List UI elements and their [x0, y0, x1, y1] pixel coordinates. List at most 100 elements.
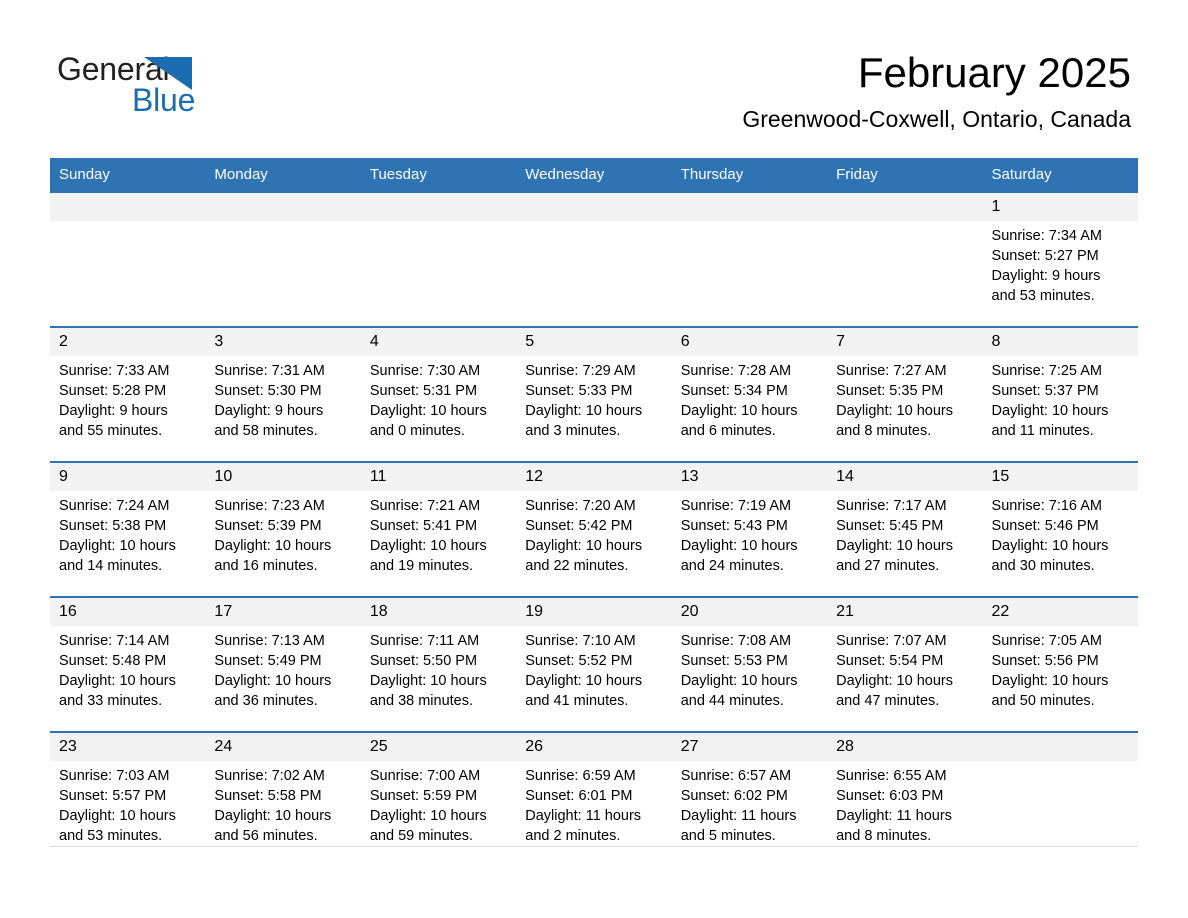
sunset-text: Sunset: 5:56 PM — [991, 653, 1099, 669]
day-number: 11 — [360, 463, 517, 491]
daylight-text-line1: Daylight: 10 hours — [369, 808, 487, 824]
daylight-text-line2: and 44 minutes. — [680, 693, 784, 709]
logo-text-blue: Blue — [132, 82, 196, 118]
day-details: Sunrise: 7:14 AM Sunset: 5:48 PM Daylight:… — [50, 626, 205, 711]
day-cell[interactable]: 3 Sunrise: 7:31 AM Sunset: 5:30 PM Daylight… — [205, 326, 361, 462]
day-number: 12 — [516, 463, 672, 491]
sunrise-text: Sunrise: 7:02 AM — [214, 768, 325, 784]
day-details: Sunrise: 6:59 AM Sunset: 6:01 PM Daylight:… — [516, 761, 671, 846]
daylight-text-line1: Daylight: 10 hours — [680, 403, 798, 419]
sunset-text: Sunset: 5:43 PM — [680, 518, 788, 534]
day-cell[interactable] — [671, 191, 828, 327]
day-cell[interactable]: 4 Sunrise: 7:30 AM Sunset: 5:31 PM Daylight… — [360, 326, 517, 462]
day-cell[interactable]: 12 Sunrise: 7:20 AM Sunset: 5:42 PM Dayligh… — [516, 461, 672, 597]
day-details: Sunrise: 7:28 AM Sunset: 5:34 PM Daylight:… — [672, 356, 827, 441]
sunrise-text: Sunrise: 7:29 AM — [525, 363, 636, 379]
day-cell[interactable]: 21 Sunrise: 7:07 AM Sunset: 5:54 PM Dayligh… — [827, 596, 983, 732]
sunrise-text: Sunrise: 7:13 AM — [214, 633, 325, 649]
sunset-text: Sunset: 5:57 PM — [59, 788, 167, 804]
day-cell[interactable]: 11 Sunrise: 7:21 AM Sunset: 5:41 PM Dayligh… — [360, 461, 517, 597]
day-cell[interactable]: 10 Sunrise: 7:23 AM Sunset: 5:39 PM Dayligh… — [205, 461, 361, 597]
daylight-text-line2: and 36 minutes. — [214, 693, 318, 709]
daylight-text-line1: Daylight: 9 hours — [59, 403, 168, 419]
general-blue-logo[interactable]: General Blue — [57, 52, 337, 122]
week-row: 23 Sunrise: 7:03 AM Sunset: 5:57 PM Dayligh… — [50, 731, 1138, 847]
sunset-text: Sunset: 5:53 PM — [680, 653, 788, 669]
day-cell[interactable]: 9 Sunrise: 7:24 AM Sunset: 5:38 PM Daylight… — [50, 461, 206, 597]
sunrise-text: Sunrise: 6:57 AM — [680, 768, 792, 784]
day-cell[interactable]: 14 Sunrise: 7:17 AM Sunset: 5:45 PM Dayligh… — [827, 461, 983, 597]
day-details: Sunrise: 7:19 AM Sunset: 5:43 PM Daylight:… — [672, 491, 827, 576]
daylight-text-line2: and 55 minutes. — [59, 423, 163, 439]
day-cell[interactable]: 26 Sunrise: 6:59 AM Sunset: 6:01 PM Dayligh… — [516, 731, 672, 847]
sunset-text: Sunset: 5:49 PM — [214, 653, 322, 669]
day-cell[interactable]: 22 Sunrise: 7:05 AM Sunset: 5:56 PM Dayligh… — [982, 596, 1138, 732]
daylight-text-line2: and 24 minutes. — [680, 558, 784, 574]
day-cell[interactable]: 28 Sunrise: 6:55 AM Sunset: 6:03 PM Dayligh… — [827, 731, 983, 847]
day-cell[interactable]: 13 Sunrise: 7:19 AM Sunset: 5:43 PM Dayligh… — [671, 461, 828, 597]
day-number: 8 — [982, 328, 1138, 356]
day-cell[interactable]: 19 Sunrise: 7:10 AM Sunset: 5:52 PM Dayligh… — [516, 596, 672, 732]
title-block: February 2025 Greenwood-Coxwell, Ontario… — [742, 48, 1131, 134]
day-cell[interactable] — [516, 191, 672, 327]
day-details: Sunrise: 7:02 AM Sunset: 5:58 PM Daylight:… — [205, 761, 360, 846]
sunset-text: Sunset: 5:48 PM — [59, 653, 167, 669]
day-cell[interactable] — [205, 191, 361, 327]
day-cell[interactable]: 24 Sunrise: 7:02 AM Sunset: 5:58 PM Dayligh… — [205, 731, 361, 847]
sunset-text: Sunset: 5:30 PM — [214, 383, 322, 399]
sunset-text: Sunset: 5:37 PM — [991, 383, 1099, 399]
day-details: Sunrise: 7:24 AM Sunset: 5:38 PM Daylight:… — [50, 491, 205, 576]
daylight-text-line2: and 33 minutes. — [59, 693, 163, 709]
sunrise-sunset-calendar: Sunday Monday Tuesday Wednesday Thursday… — [50, 158, 1138, 847]
day-details: Sunrise: 7:29 AM Sunset: 5:33 PM Daylight:… — [516, 356, 671, 441]
day-cell[interactable]: 1 Sunrise: 7:34 AM Sunset: 5:27 PM Dayli… — [982, 191, 1138, 327]
day-details: Sunrise: 7:27 AM Sunset: 5:35 PM Daylight:… — [827, 356, 982, 441]
day-cell[interactable]: 16 Sunrise: 7:14 AM Sunset: 5:48 PM Dayligh… — [50, 596, 206, 732]
sunset-text: Sunset: 5:41 PM — [369, 518, 478, 534]
day-number: 19 — [516, 598, 672, 626]
day-cell[interactable]: 15 Sunrise: 7:16 AM Sunset: 5:46 PM Dayligh… — [982, 461, 1138, 597]
day-cell[interactable]: 2 Sunrise: 7:33 AM Sunset: 5:28 PM Daylight… — [50, 326, 206, 462]
day-number: 10 — [205, 463, 361, 491]
day-cell[interactable]: 23 Sunrise: 7:03 AM Sunset: 5:57 PM Dayligh… — [50, 731, 206, 847]
daylight-text-line2: and 6 minutes. — [680, 423, 776, 439]
sunset-text: Sunset: 6:02 PM — [680, 788, 788, 804]
sunrise-text: Sunrise: 7:10 AM — [525, 633, 636, 649]
day-cell[interactable]: 7 Sunrise: 7:27 AM Sunset: 5:35 PM Daylight… — [827, 326, 983, 462]
week-row: 16 Sunrise: 7:14 AM Sunset: 5:48 PM Dayligh… — [50, 596, 1138, 732]
day-details: Sunrise: 7:08 AM Sunset: 5:53 PM Daylight:… — [672, 626, 827, 711]
day-cell[interactable] — [827, 191, 983, 327]
day-details: Sunrise: 7:13 AM Sunset: 5:49 PM Daylight:… — [205, 626, 360, 711]
sunset-text: Sunset: 5:50 PM — [369, 653, 478, 669]
day-cell[interactable]: 17 Sunrise: 7:13 AM Sunset: 5:49 PM Dayligh… — [205, 596, 361, 732]
day-number: 1 — [982, 193, 1138, 221]
day-cell[interactable]: 27 Sunrise: 6:57 AM Sunset: 6:02 PM Dayligh… — [671, 731, 828, 847]
sunset-text: Sunset: 5:27 PM — [991, 248, 1099, 264]
day-cell[interactable] — [360, 191, 517, 327]
daylight-text-line1: Daylight: 10 hours — [369, 673, 487, 689]
day-cell[interactable]: 5 Sunrise: 7:29 AM Sunset: 5:33 PM Daylight… — [516, 326, 672, 462]
daylight-text-line1: Daylight: 10 hours — [836, 403, 953, 419]
daylight-text-line2: and 14 minutes. — [59, 558, 163, 574]
sunset-text: Sunset: 5:52 PM — [525, 653, 633, 669]
sunset-text: Sunset: 5:54 PM — [836, 653, 944, 669]
sunrise-text: Sunrise: 7:14 AM — [59, 633, 170, 649]
daylight-text-line1: Daylight: 10 hours — [59, 538, 176, 554]
sunrise-text: Sunrise: 7:07 AM — [836, 633, 947, 649]
day-cell[interactable]: 20 Sunrise: 7:08 AM Sunset: 5:53 PM Dayligh… — [671, 596, 828, 732]
day-cell[interactable]: 6 Sunrise: 7:28 AM Sunset: 5:34 PM Daylight… — [671, 326, 828, 462]
day-details: Sunrise: 7:30 AM Sunset: 5:31 PM Daylight:… — [361, 356, 516, 441]
day-cell[interactable] — [50, 191, 206, 327]
day-cell[interactable]: 18 Sunrise: 7:11 AM Sunset: 5:50 PM Dayligh… — [360, 596, 517, 732]
day-cell[interactable]: 25 Sunrise: 7:00 AM Sunset: 5:59 PM Dayligh… — [360, 731, 517, 847]
daylight-text-line2: and 56 minutes. — [214, 828, 318, 844]
sunrise-text: Sunrise: 7:11 AM — [369, 633, 480, 649]
day-details: Sunrise: 7:33 AM Sunset: 5:28 PM Daylight:… — [50, 356, 205, 441]
sunrise-text: Sunrise: 7:03 AM — [59, 768, 170, 784]
daylight-text-line1: Daylight: 10 hours — [525, 403, 643, 419]
day-cell[interactable] — [982, 731, 1138, 847]
day-cell[interactable]: 8 Sunrise: 7:25 AM Sunset: 5:37 PM Daylight… — [982, 326, 1138, 462]
sunrise-text: Sunrise: 7:27 AM — [836, 363, 947, 379]
logo-text-general: General — [57, 51, 170, 87]
day-details: Sunrise: 7:23 AM Sunset: 5:39 PM Daylight:… — [205, 491, 360, 576]
